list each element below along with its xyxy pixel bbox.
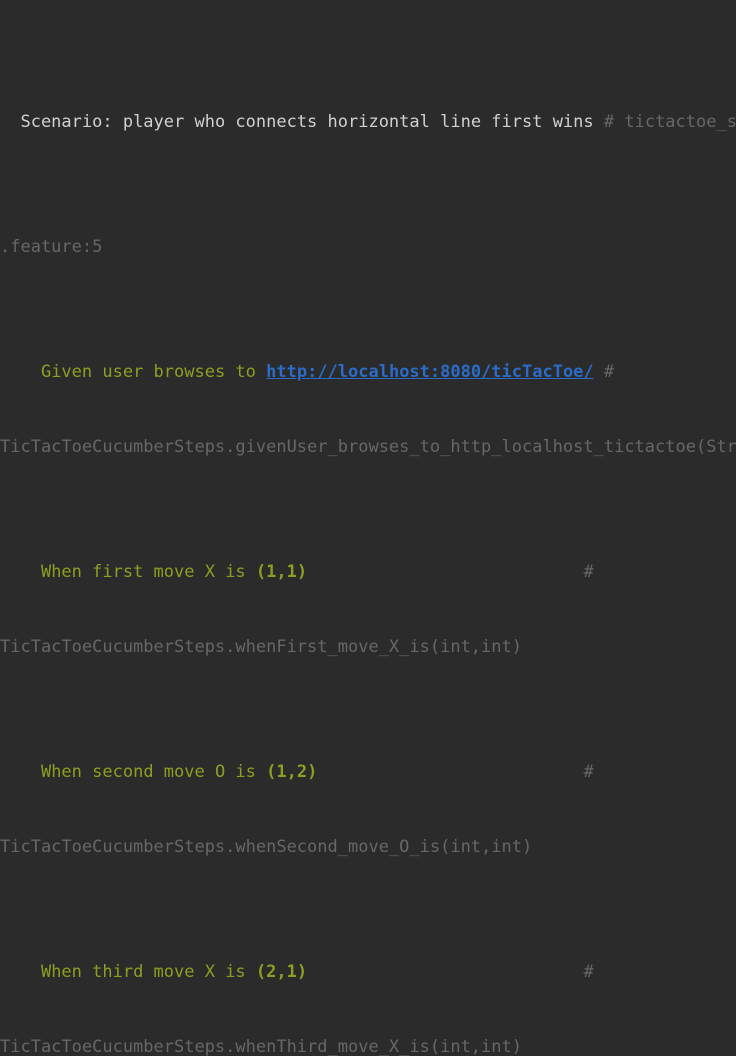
step-method-ref: TicTacToeCucumberSteps.whenThird_move_X_… [0,1037,522,1056]
step-keyword-when: When [40,962,93,982]
scenario-comment-marker: # [593,112,625,132]
step-line-when-third: When third move X is (2,1) # [0,960,736,985]
step-comment-marker: # [583,562,594,582]
step-comment-marker: # [583,962,594,982]
step-method-ref: TicTacToeCucumberSteps.whenFirst_move_X_… [0,637,522,657]
step-url-link[interactable]: http://localhost:8080/ticTacToe/ [266,362,594,382]
step-param: (2,1) [255,962,308,982]
step-method-ref: TicTacToeCucumberSteps.givenUser_browses… [0,437,736,457]
step-text: user browses to [102,362,267,382]
step-comment-pad [307,962,583,982]
step-indent [0,362,41,382]
cucumber-console-output: Scenario: player who connects horizontal… [0,0,736,1056]
scenario-source-ref: tictactoe_scenarios [624,112,736,132]
step-method-line: TicTacToeCucumberSteps.givenUser_browses… [0,435,736,460]
step-line-given: Given user browses to http://localhost:8… [0,360,736,385]
step-line-when-second: When second move O is (1,2) # [0,760,736,785]
scenario-name: player who connects horizontal line firs… [122,112,594,132]
step-indent [0,562,41,582]
scenario-header-line: Scenario: player who connects horizontal… [0,110,736,135]
step-indent [0,962,41,982]
scenario-source-ref-wrap-line: .feature:5 [0,235,736,260]
step-keyword-when: When [40,762,93,782]
step-comment-pad [307,562,583,582]
step-keyword-given: Given [40,362,103,382]
scenario-source-ref-continued: .feature:5 [0,237,103,257]
step-comment-marker: # [593,362,615,382]
step-method-ref: TicTacToeCucumberSteps.whenSecond_move_O… [0,837,533,857]
step-param: (1,1) [255,562,308,582]
step-keyword-when: When [40,562,93,582]
step-param: (1,2) [266,762,318,782]
step-method-line: TicTacToeCucumberSteps.whenSecond_move_O… [0,835,736,860]
step-line-when-first: When first move X is (1,1) # [0,560,736,585]
step-text: third move X is [92,962,256,982]
step-comment-marker: # [583,762,594,782]
step-method-line: TicTacToeCucumberSteps.whenThird_move_X_… [0,1035,736,1056]
step-comment-pad [317,762,583,782]
step-text: second move O is [92,762,267,782]
step-method-line: TicTacToeCucumberSteps.whenFirst_move_X_… [0,635,736,660]
step-text: first move X is [92,562,256,582]
step-indent [0,762,41,782]
scenario-keyword: Scenario: [0,112,123,132]
